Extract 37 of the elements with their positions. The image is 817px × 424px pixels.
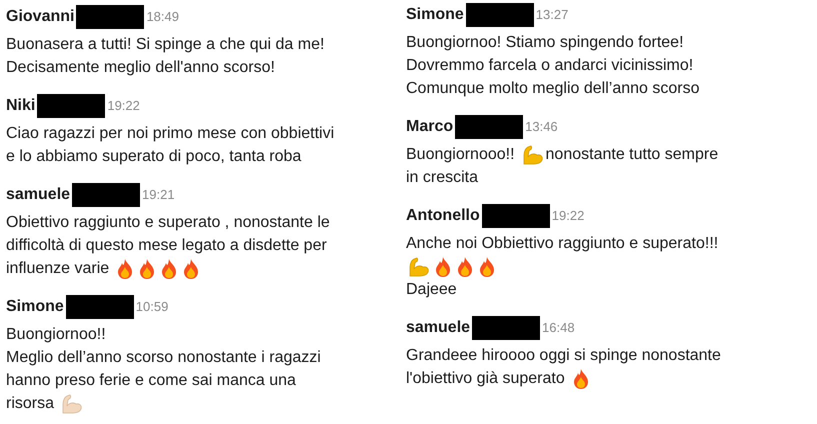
message-text: influenze varie [6, 258, 110, 278]
message-text: Anche noi Obbiettivo raggiunto e superato!!! [406, 234, 718, 254]
message-text: difficoltà di questo mese legato a disdette per [6, 236, 327, 256]
message-text: Buongiornoo!! [6, 324, 106, 344]
message-text: Comunque molto meglio dell’anno scorso [406, 78, 700, 98]
author-name: samuele [6, 185, 70, 205]
author-name: Giovanni [6, 7, 74, 27]
message-text: Decisamente meglio dell'anno scorso! [6, 58, 275, 78]
message-text: Buongiornooo!! [406, 144, 515, 164]
message-time: 18:49 [146, 8, 179, 26]
message-text: Obiettivo raggiunto e superato , nonostante le [6, 212, 330, 232]
message-text: hanno preso ferie e come sai manca una [6, 370, 296, 390]
message-time: 16:48 [542, 319, 575, 338]
message-time: 13:27 [536, 6, 568, 24]
message-text: nonostante tutto sempre [546, 144, 718, 164]
author-name: Niki [6, 96, 36, 116]
message-time: 19:21 [142, 186, 175, 204]
author-name: Antonello [406, 206, 480, 226]
author-name: Simone [406, 5, 464, 25]
message-text: in crescita [406, 168, 478, 188]
message-text: Buonasera a tutti! Si spinge a che qui da me! [6, 34, 324, 54]
message-text: Grandeee hiroooo oggi si spinge nonostante [406, 346, 721, 366]
author-name: Simone [6, 297, 64, 317]
message-text: l'obiettivo già superato [406, 368, 565, 388]
message-time: 19:22 [107, 97, 140, 116]
message-text: Dajeee [406, 280, 457, 300]
message-time: 13:46 [525, 118, 558, 136]
message-text: Ciao ragazzi per noi primo mese con obbiettivi [6, 124, 334, 144]
message-text: Buongiornoo! Stiamo spingendo fortee! [406, 32, 684, 52]
message-text: e lo abbiamo superato di poco, tanta roba [6, 146, 302, 166]
message-text: Meglio dell’anno scorso nonostante i ragazzi [6, 348, 321, 368]
message-time: 19:22 [552, 207, 584, 226]
message-text: Dovremmo farcela o andarci vicinissimo! [406, 56, 694, 76]
message-time: 10:59 [136, 298, 168, 316]
author-name: Marco [406, 117, 454, 137]
message-text: risorsa [6, 394, 54, 414]
author-name: samuele [406, 318, 470, 338]
